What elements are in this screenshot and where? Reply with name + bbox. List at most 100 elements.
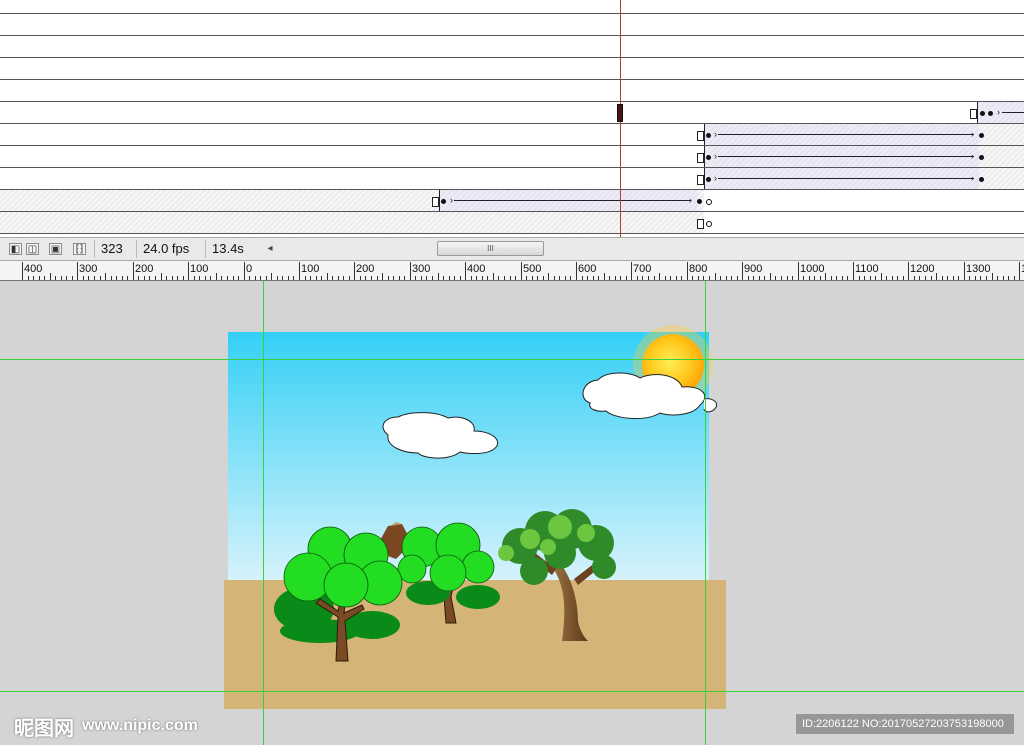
current-frame[interactable]: 323: [94, 240, 134, 258]
ruler-minor-tick: [166, 276, 167, 280]
timeline-layer-row[interactable]: › ›: [0, 124, 1024, 146]
ruler-minor-tick: [194, 276, 195, 280]
ruler-minor-tick: [770, 273, 771, 280]
keyframe[interactable]: [979, 133, 984, 138]
ruler-minor-tick: [980, 276, 981, 280]
guide-vertical-right[interactable]: [705, 281, 706, 745]
timeline-layer-row[interactable]: › ›: [0, 168, 1024, 190]
keyframe[interactable]: [706, 177, 711, 182]
ruler-minor-tick: [443, 276, 444, 280]
playhead-marker[interactable]: [617, 104, 623, 122]
ruler-minor-tick: [559, 276, 560, 280]
scroll-left-icon[interactable]: ◂: [264, 241, 276, 257]
ruler-minor-tick: [438, 273, 439, 280]
ruler-minor-tick: [820, 276, 821, 280]
ruler-minor-tick: [210, 276, 211, 280]
blank-keyframe[interactable]: [970, 109, 977, 119]
ruler-minor-tick: [221, 276, 222, 280]
ruler-minor-tick: [836, 276, 837, 280]
keyframe[interactable]: [441, 199, 446, 204]
ruler-minor-tick: [953, 276, 954, 280]
timeline-layer-row[interactable]: [0, 36, 1024, 58]
static-frames: [979, 168, 1024, 189]
ruler-label: 600: [578, 263, 597, 275]
ruler-minor-tick: [859, 276, 860, 280]
timeline-layer-row[interactable]: [0, 80, 1024, 102]
ruler-minor-tick: [703, 276, 704, 280]
ruler-minor-tick: [100, 276, 101, 280]
ruler-minor-tick: [50, 273, 51, 280]
ruler-minor-tick: [515, 276, 516, 280]
guide-horizontal-bottom[interactable]: [0, 691, 1024, 692]
tween-arrow: ›: [714, 173, 717, 183]
keyframe[interactable]: [979, 177, 984, 182]
ruler-label: 100: [190, 263, 209, 275]
keyframe[interactable]: [706, 133, 711, 138]
ruler-minor-tick: [992, 273, 993, 280]
timeline-layer-row[interactable]: [0, 212, 1024, 234]
ruler-minor-tick: [537, 276, 538, 280]
horizontal-scrollbar-thumb[interactable]: III: [437, 241, 544, 256]
keyframe[interactable]: [697, 199, 702, 204]
ruler-minor-tick: [288, 276, 289, 280]
guide-vertical-left[interactable]: [263, 281, 264, 745]
ruler-minor-tick: [44, 276, 45, 280]
ruler-minor-tick: [936, 273, 937, 280]
ruler-minor-tick: [365, 276, 366, 280]
ruler-minor-tick: [787, 276, 788, 280]
ruler-minor-tick: [266, 276, 267, 280]
frame-rate[interactable]: 24.0 fps: [136, 240, 202, 258]
ruler-minor-tick: [665, 276, 666, 280]
ruler-minor-tick: [105, 273, 106, 280]
blank-keyframe[interactable]: [697, 219, 704, 229]
timeline-layer-row[interactable]: [0, 58, 1024, 80]
timeline-layer-row[interactable]: [0, 14, 1024, 36]
ruler-minor-tick: [216, 273, 217, 280]
guide-horizontal-top[interactable]: [0, 359, 1024, 360]
timeline-layer-row[interactable]: › ›: [0, 146, 1024, 168]
stage-area[interactable]: [0, 281, 1024, 745]
timeline-layer-row[interactable]: ›: [0, 102, 1024, 124]
blank-keyframe[interactable]: [432, 197, 439, 207]
ruler-minor-tick: [155, 276, 156, 280]
timeline-layer-row[interactable]: [0, 0, 1024, 14]
keyframe[interactable]: [988, 111, 993, 116]
blank-keyframe[interactable]: [697, 153, 704, 163]
ruler-minor-tick: [471, 276, 472, 280]
blank-keyframe[interactable]: [697, 131, 704, 141]
modify-markers-icon[interactable]: ⁅⁆: [73, 243, 86, 255]
ruler-label: 1100: [855, 263, 879, 275]
empty-frames: [704, 212, 1024, 233]
ruler-minor-tick: [39, 276, 40, 280]
ruler-minor-tick: [343, 276, 344, 280]
keyframe[interactable]: [706, 155, 711, 160]
ruler-minor-tick: [227, 276, 228, 280]
ruler-major-tick: [631, 262, 632, 280]
horizontal-ruler: 400 300 200 100 0 100 200 300 400 500 600 700 800 900…: [0, 261, 1024, 281]
timeline-layer-row[interactable]: › ›: [0, 190, 1024, 212]
ruler-minor-tick: [249, 276, 250, 280]
ruler-minor-tick: [642, 276, 643, 280]
blank-keyframe-circle[interactable]: [706, 221, 712, 227]
ruler-minor-tick: [925, 276, 926, 280]
ruler-minor-tick: [809, 276, 810, 280]
ruler-minor-tick: [183, 276, 184, 280]
ruler-label: 500: [523, 263, 542, 275]
blank-keyframe[interactable]: [697, 175, 704, 185]
edit-multiple-frames-icon[interactable]: ▣: [49, 243, 62, 255]
watermark-url: www.nipic.com: [82, 717, 198, 734]
keyframe[interactable]: [980, 111, 985, 116]
stage-canvas[interactable]: [0, 281, 1024, 745]
blank-keyframe-circle[interactable]: [706, 199, 712, 205]
ruler-minor-tick: [570, 276, 571, 280]
keyframe[interactable]: [979, 155, 984, 160]
ruler-minor-tick: [33, 276, 34, 280]
ruler-minor-tick: [338, 276, 339, 280]
ruler-minor-tick: [122, 276, 123, 280]
ruler-minor-tick: [548, 273, 549, 280]
ruler-minor-tick: [255, 276, 256, 280]
ruler-label: 200: [356, 263, 375, 275]
onion-skin-icon[interactable]: ◧: [9, 243, 22, 255]
timeline-panel: › › › › › › › › ›: [0, 0, 1024, 237]
onion-skin-outlines-icon[interactable]: ◫: [26, 243, 39, 255]
